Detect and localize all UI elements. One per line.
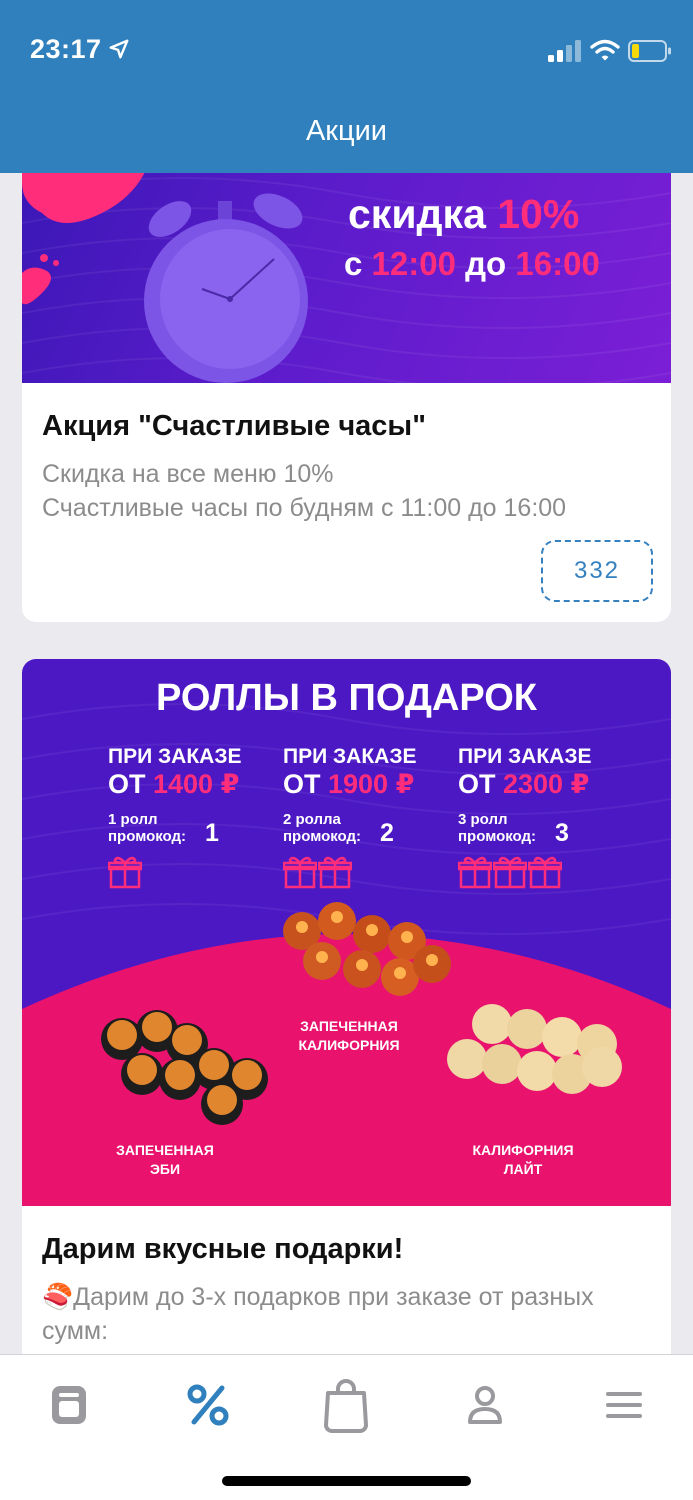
menu-card-icon [52, 1386, 86, 1424]
navigation-bar: Акции [0, 95, 693, 173]
promo-banner-happy-hours: скидка 10% с 12:00 до 16:00 [22, 173, 671, 383]
promo-description: 🍣Дарим до 3-х подарков при заказе от раз… [42, 1283, 594, 1345]
tab-bar [0, 1354, 693, 1500]
battery-icon [628, 40, 671, 62]
gift-icon [457, 856, 493, 889]
tab-menu[interactable] [39, 1375, 99, 1435]
roll-label-baked-california: ЗАПЕЧЕННАЯ КАЛИФОРНИЯ [298, 1018, 400, 1053]
gift-icon [107, 856, 143, 889]
page-title: Акции [305, 115, 388, 147]
promo-list[interactable]: скидка 10% с 12:00 до 16:00 Акция "Счаст… [0, 173, 693, 1354]
roll-label-california-light: КАЛИФОРНИЯ ЛАЙТ [472, 1142, 574, 1177]
wifi-icon [590, 39, 620, 61]
tab-more[interactable] [594, 1375, 654, 1435]
roll-label-baked-ebi: ЗАПЕЧЕННАЯ ЭБИ [116, 1142, 214, 1177]
gift-tier-2: ПРИ ЗАКАЗЕ ОТ 1900 ₽ 2 ролла промокод: 2 [282, 745, 453, 889]
promo-card-happy-hours[interactable]: скидка 10% с 12:00 до 16:00 Акция "Счаст… [22, 173, 671, 622]
status-time: 23:17 [30, 34, 102, 64]
promo-banner-gift-rolls: РОЛЛЫ В ПОДАРОК ПРИ ЗАКАЗЕ ОТ 1400 ₽ 1 р… [22, 659, 671, 1206]
gift-icon [527, 856, 563, 889]
promo-code-button[interactable]: 332 [541, 540, 653, 602]
gift-icon [492, 856, 528, 889]
gift-tier-1: ПРИ ЗАКАЗЕ ОТ 1400 ₽ 1 ролл промокод: 1 [107, 745, 278, 889]
promo-title: Акция "Счастливые часы" [42, 410, 426, 442]
gift-icons [282, 855, 453, 889]
promo-card-gift-rolls[interactable]: РОЛЛЫ В ПОДАРОК ПРИ ЗАКАЗЕ ОТ 1400 ₽ 1 р… [22, 659, 671, 1354]
hamburger-icon [606, 1392, 642, 1418]
sushi-emoji-icon: 🍣 [42, 1283, 74, 1311]
banner-background [22, 703, 671, 1206]
tab-cart[interactable] [316, 1375, 376, 1435]
percent-icon [187, 1384, 229, 1426]
promo-description: Скидка на все меню 10% Счастливые часы п… [42, 460, 567, 522]
profile-icon [468, 1386, 502, 1424]
banner-discount-text: скидка 10% [348, 191, 580, 237]
alarm-clock-icon [144, 193, 308, 383]
gift-icons [107, 855, 278, 889]
tab-promotions[interactable] [178, 1375, 238, 1435]
tab-profile[interactable] [455, 1375, 515, 1435]
shopping-bag-icon [324, 1379, 368, 1433]
banner-gift-rolls-title: РОЛЛЫ В ПОДАРОК [155, 677, 538, 719]
status-bar: 23:17 [0, 0, 693, 95]
gift-icon [282, 856, 318, 889]
gift-icon [317, 856, 353, 889]
promo-title: Дарим вкусные подарки! [42, 1233, 404, 1265]
banner-hours-text: с 12:00 до 16:00 [344, 245, 600, 282]
gift-icons [457, 855, 628, 889]
cellular-signal-icon [548, 40, 581, 62]
home-indicator [222, 1476, 471, 1486]
gift-tier-3: ПРИ ЗАКАЗЕ ОТ 2300 ₽ 3 ролл промокод: 3 [457, 745, 628, 889]
location-arrow-icon [109, 39, 129, 59]
